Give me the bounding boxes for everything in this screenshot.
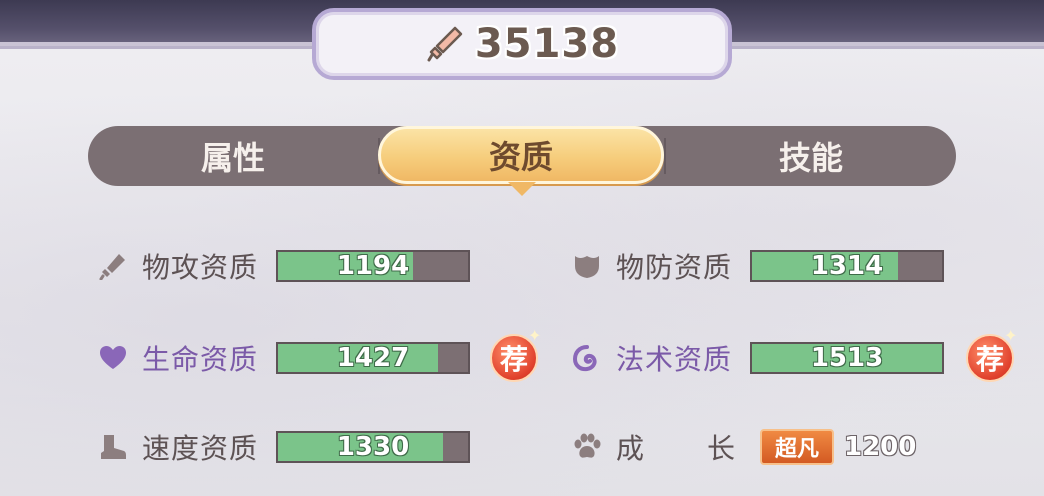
tab-skills[interactable]: 技能 — [666, 126, 956, 186]
stat-value: 1194 — [336, 251, 410, 281]
stat-label: 法术资质 — [616, 343, 733, 376]
combat-power-value: 35138 — [474, 21, 620, 67]
stat-bar: 1194 — [276, 250, 470, 282]
stat-value: 1513 — [810, 343, 884, 373]
sparkle-icon: ✦ — [1004, 326, 1018, 345]
sword-icon — [427, 26, 463, 62]
stat-bar: 1314 — [750, 250, 944, 282]
combat-power-display: 35138 — [312, 8, 732, 80]
stat-physical-defense: 物防资质 1314 — [570, 248, 944, 284]
stat-growth: 成 长 — [570, 429, 736, 465]
stat-speed: 速度资质 1330 — [96, 429, 470, 465]
stat-label: 速度资质 — [142, 432, 259, 465]
tab-attributes[interactable]: 属性 — [88, 126, 378, 186]
stat-bar: 1427 — [276, 342, 470, 374]
sparkle-icon: ✦ — [528, 326, 542, 345]
stat-label: 生命资质 — [142, 343, 259, 376]
stat-health: 生命资质 1427 — [96, 340, 470, 376]
tab-aptitude[interactable]: 资质 — [378, 126, 664, 184]
growth-label-2: 长 — [707, 432, 737, 465]
shield-icon — [570, 249, 604, 283]
stat-label: 物防资质 — [616, 251, 733, 284]
stat-value: 1314 — [810, 251, 884, 281]
paw-icon — [570, 430, 604, 464]
stat-magic: 法术资质 1513 — [570, 340, 944, 376]
growth-grade-badge: 超凡 — [760, 429, 834, 465]
stat-bar: 1330 — [276, 431, 470, 463]
stat-physical-attack: 物攻资质 1194 — [96, 248, 470, 284]
growth-label-1: 成 — [616, 432, 646, 465]
heart-icon — [96, 341, 130, 375]
stat-value: 1330 — [336, 432, 410, 462]
tab-active-pointer — [508, 182, 536, 196]
magic-swirl-icon — [570, 341, 604, 375]
growth-value: 1200 — [844, 432, 917, 462]
boot-icon — [96, 430, 130, 464]
stat-label: 物攻资质 — [142, 251, 259, 284]
stat-bar: 1513 — [750, 342, 944, 374]
stat-value: 1427 — [336, 343, 410, 373]
sword-icon — [96, 249, 130, 283]
